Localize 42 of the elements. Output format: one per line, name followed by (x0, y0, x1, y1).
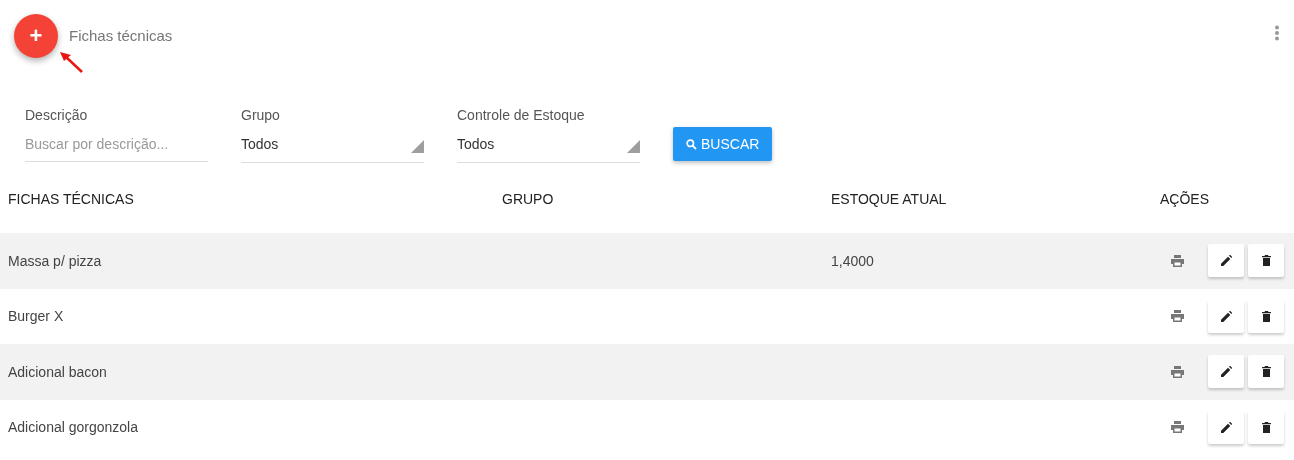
print-icon[interactable] (1171, 421, 1184, 434)
pencil-icon (1220, 421, 1232, 433)
delete-button[interactable] (1248, 299, 1284, 333)
edit-button[interactable] (1208, 299, 1244, 333)
add-button[interactable]: + (14, 14, 58, 58)
table-cell: 1,4000 (831, 252, 874, 269)
column-header: FICHAS TÉCNICAS (8, 191, 135, 207)
annotation-arrow (60, 52, 83, 73)
delete-button[interactable] (1248, 244, 1284, 278)
dropdown-icon (411, 140, 424, 153)
input-field[interactable]: Buscar por descrição... (25, 127, 208, 162)
trash-icon (1261, 366, 1271, 378)
trash-icon (1261, 421, 1271, 433)
delete-button[interactable] (1248, 410, 1284, 444)
search-icon (686, 138, 697, 150)
table-cell-text: Adicional gorgonzola (8, 419, 139, 436)
select-field[interactable]: Todos (457, 127, 640, 163)
pencil-icon (1220, 366, 1232, 378)
table-cell-text: Burger X (8, 308, 65, 325)
column-header: GRUPO (502, 191, 555, 207)
page-title: Fichas técnicas (69, 26, 173, 44)
dropdown-icon (627, 140, 640, 153)
more-icon[interactable] (1274, 25, 1280, 41)
pencil-icon (1220, 310, 1232, 322)
trash-icon (1261, 310, 1271, 322)
print-icon[interactable] (1171, 365, 1184, 378)
pencil-icon (1220, 255, 1232, 267)
print-icon[interactable] (1171, 254, 1184, 267)
print-icon[interactable] (1171, 310, 1184, 323)
delete-button[interactable] (1248, 355, 1284, 389)
column-header: ESTOQUE ATUAL (831, 191, 948, 207)
field-label: Descrição (25, 106, 89, 124)
edit-button[interactable] (1208, 410, 1244, 444)
column-header: AÇÕES (1160, 191, 1210, 207)
edit-button[interactable] (1208, 244, 1244, 278)
field-label: Controle de Estoque (457, 106, 586, 124)
table-cell-text: Massa p/ pizza (8, 252, 103, 269)
edit-button[interactable] (1208, 355, 1244, 389)
select-field[interactable]: Todos (241, 127, 424, 163)
trash-icon (1261, 255, 1271, 267)
table-cell-text: Adicional bacon (8, 363, 108, 380)
field-label: Grupo (241, 106, 281, 124)
